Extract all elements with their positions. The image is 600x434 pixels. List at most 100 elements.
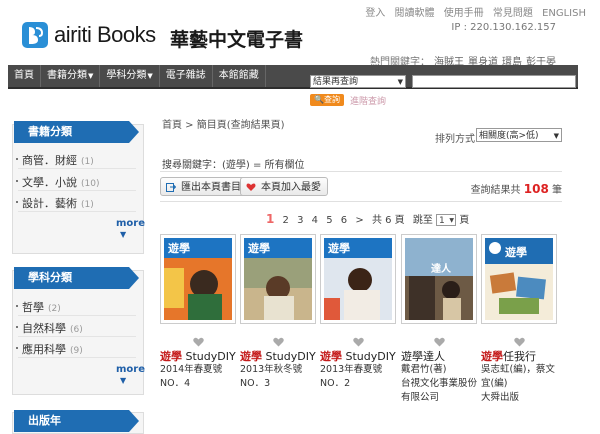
- book-title-rest: StudyDIY: [262, 350, 316, 363]
- total-pages: 共 6 頁: [371, 215, 405, 226]
- book-cover-image: 達人: [405, 238, 473, 320]
- divider: [18, 336, 136, 337]
- jump-label: 跳至: [412, 215, 433, 226]
- bullet-icon: [16, 326, 18, 328]
- export-citations-button[interactable]: 匯出本頁書目: [160, 177, 248, 196]
- divider: [18, 211, 136, 212]
- next-page-link[interactable]: >: [355, 215, 363, 226]
- sidebar-item-count: (1): [81, 157, 94, 167]
- divider: [160, 201, 562, 202]
- page-link[interactable]: 6: [341, 215, 347, 226]
- book-cover-image: 遊學: [485, 238, 553, 320]
- sidebar-year-title: 出版年: [14, 410, 139, 432]
- faq-link[interactable]: 常見問題: [493, 8, 533, 19]
- sidebar-item-design[interactable]: 設計．藝術 (1): [16, 195, 94, 211]
- svg-text:遊學: 遊學: [505, 245, 527, 259]
- header: airiti Books 華藝中文電子書 登入 閱讀軟體 使用手冊 常見問題 E…: [0, 0, 600, 68]
- nav-home[interactable]: 首頁: [8, 65, 41, 87]
- book-cover[interactable]: 遊學: [240, 234, 316, 324]
- result-count: 查詢結果共 108 筆: [471, 181, 562, 196]
- page-jump-select[interactable]: 1 ▼: [436, 214, 457, 226]
- sort-select-value: 相關度(高>低): [479, 131, 539, 141]
- book-title-highlight: 遊學: [160, 350, 182, 363]
- sidebar-item-applied-science[interactable]: 應用科學 (9): [16, 341, 83, 357]
- sidebar-book-categories-title: 書籍分類: [14, 121, 139, 143]
- book-title[interactable]: 遊學 StudyDIY: [160, 348, 236, 364]
- sidebar-item-label: 商管．財經: [22, 154, 77, 167]
- heart-plus-icon: [246, 183, 256, 191]
- book-title-rest: StudyDIY: [342, 350, 396, 363]
- sidebar-item-business[interactable]: 商管．財經 (1): [16, 152, 94, 168]
- book-subtitle: 2013年秋冬號NO．3: [240, 364, 303, 389]
- add-page-to-favorites-button[interactable]: 本頁加入最愛: [240, 177, 328, 196]
- book-title-rest: 遊學達人: [401, 350, 445, 363]
- search-button-label: 查詢: [323, 95, 340, 104]
- sidebar-item-count: (10): [81, 179, 100, 189]
- bullet-icon: [16, 180, 18, 182]
- airiti-logo-icon[interactable]: [22, 22, 48, 48]
- nav-book-categories-label: 書籍分類: [47, 70, 87, 81]
- sidebar-item-label: 應用科學: [22, 343, 66, 356]
- ip-address: IP : 220.130.162.157: [451, 22, 556, 33]
- result-count-prefix: 查詢結果共: [470, 185, 521, 196]
- page-link[interactable]: 5: [326, 215, 332, 226]
- book-title[interactable]: 遊學 StudyDIY: [240, 348, 316, 364]
- page-link-current[interactable]: 1: [266, 212, 274, 226]
- book-subtitle: 戴君竹(著) 台視文化事業股份有限公司: [401, 364, 478, 403]
- page-link[interactable]: 4: [312, 215, 318, 226]
- chevron-down-icon: ▼: [553, 132, 559, 140]
- manual-link[interactable]: 使用手冊: [444, 8, 484, 19]
- brand-name[interactable]: airiti Books: [54, 22, 156, 48]
- book-title[interactable]: 遊學任我行: [481, 348, 536, 364]
- sidebar-item-philosophy[interactable]: 哲學 (2): [16, 299, 61, 315]
- nav-book-categories[interactable]: 書籍分類▼: [41, 65, 101, 87]
- sidebar-books-more-link[interactable]: more: [116, 218, 145, 229]
- sidebar-item-count: (2): [48, 304, 61, 314]
- book-title[interactable]: 遊學 StudyDIY: [320, 348, 396, 364]
- reader-software-link[interactable]: 閱讀軟體: [395, 8, 435, 19]
- nav-emagazine[interactable]: 電子雜誌: [160, 65, 213, 87]
- search-query-summary: 搜尋關鍵字：(遊學) = 所有欄位: [162, 160, 305, 171]
- book-cover[interactable]: 達人: [401, 234, 477, 324]
- nav-subject-categories[interactable]: 學科分類▼: [100, 65, 160, 87]
- sidebar-subject-categories-title: 學科分類: [14, 267, 139, 289]
- nav-library-collection[interactable]: 本館館藏: [213, 65, 266, 87]
- sidebar-item-count: (9): [70, 346, 83, 356]
- book-title-highlight: 遊學: [320, 350, 342, 363]
- page-suffix: 頁: [459, 215, 470, 226]
- book-title-highlight: 遊學: [240, 350, 262, 363]
- triangle-down-icon[interactable]: ▼: [120, 376, 126, 385]
- chevron-down-icon: ▼: [397, 78, 403, 86]
- search-button[interactable]: 🔍查詢: [310, 94, 344, 106]
- chevron-down-icon: ▼: [147, 72, 153, 80]
- search-scope-select[interactable]: 結果再查詢 ▼: [310, 75, 406, 88]
- sidebar-item-natural-science[interactable]: 自然科學 (6): [16, 320, 83, 336]
- svg-text:達人: 達人: [431, 262, 452, 275]
- sidebar-subjects-more-link[interactable]: more: [116, 364, 145, 375]
- login-link[interactable]: 登入: [365, 8, 385, 19]
- english-link[interactable]: ENGLISH: [542, 8, 586, 19]
- sidebar-item-count: (1): [81, 200, 94, 210]
- result-count-suffix: 筆: [552, 185, 562, 196]
- book-cover[interactable]: 遊學: [320, 234, 396, 324]
- divider: [18, 168, 136, 169]
- book-title[interactable]: 遊學達人: [401, 348, 445, 364]
- chevron-down-icon: ▼: [449, 217, 455, 224]
- sort-label: 排列方式: [435, 134, 475, 145]
- sidebar-item-literature[interactable]: 文學．小說 (10): [16, 174, 100, 190]
- search-icon: 🔍: [314, 95, 324, 104]
- page-link[interactable]: 2: [283, 215, 289, 226]
- sort-select[interactable]: 相關度(高>低) ▼: [476, 128, 562, 142]
- book-cover[interactable]: 遊學: [160, 234, 236, 324]
- book-title-highlight: 遊學: [481, 350, 503, 363]
- triangle-down-icon[interactable]: ▼: [120, 230, 126, 239]
- book-subtitle: 吳志虹(編)，蔡文宜(編) 大舜出版: [481, 364, 555, 403]
- page-link[interactable]: 3: [297, 215, 303, 226]
- svg-text:遊學: 遊學: [248, 241, 270, 255]
- book-cover[interactable]: 遊學: [481, 234, 557, 324]
- sidebar-item-label: 哲學: [22, 301, 44, 314]
- book-subtitle: 2013年春夏號NO．2: [320, 364, 383, 389]
- search-scope-value: 結果再查詢: [313, 77, 359, 87]
- advanced-search-link[interactable]: 進階查詢: [350, 94, 386, 107]
- search-input[interactable]: [412, 75, 576, 88]
